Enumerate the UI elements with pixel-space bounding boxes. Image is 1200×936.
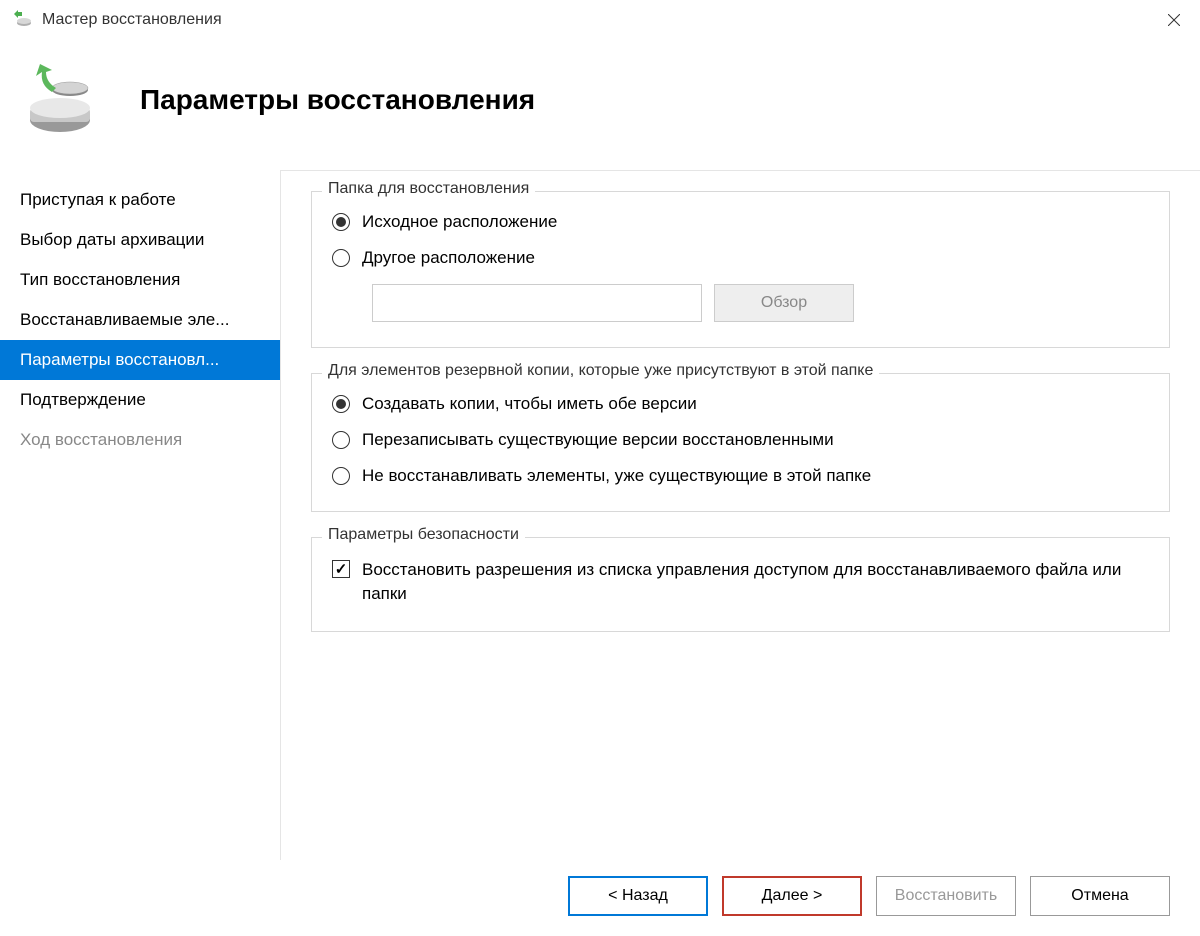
sidebar-item-items-to-recover[interactable]: Восстанавливаемые эле...: [0, 300, 280, 340]
sidebar-item-select-date[interactable]: Выбор даты архивации: [0, 220, 280, 260]
header: Параметры восстановления: [0, 40, 1200, 170]
sidebar-item-confirmation[interactable]: Подтверждение: [0, 380, 280, 420]
sidebar-item-progress: Ход восстановления: [0, 420, 280, 460]
sidebar: Приступая к работе Выбор даты архивации …: [0, 170, 280, 860]
checkbox-row-acl[interactable]: Восстановить разрешения из списка управл…: [332, 558, 1149, 606]
legend-existing-items: Для элементов резервной копии, которые у…: [322, 362, 879, 380]
restore-wizard-icon: [20, 60, 100, 140]
radio-label-skip: Не восстанавливать элементы, уже существ…: [362, 466, 871, 486]
radio-row-other-location[interactable]: Другое расположение: [332, 248, 1149, 268]
footer: < Назад Далее > Восстановить Отмена: [568, 876, 1170, 916]
sidebar-item-getting-started[interactable]: Приступая к работе: [0, 180, 280, 220]
radio-other-location[interactable]: [332, 249, 350, 267]
radio-label-create-copies: Создавать копии, чтобы иметь обе версии: [362, 394, 697, 414]
checkbox-label-acl: Восстановить разрешения из списка управл…: [362, 558, 1149, 606]
radio-label-other-location: Другое расположение: [362, 248, 535, 268]
legend-recovery-folder: Папка для восстановления: [322, 180, 535, 198]
radio-label-overwrite: Перезаписывать существующие версии восст…: [362, 430, 834, 450]
radio-label-original-location: Исходное расположение: [362, 212, 557, 232]
sidebar-item-recovery-options[interactable]: Параметры восстановл...: [0, 340, 280, 380]
radio-original-location[interactable]: [332, 213, 350, 231]
browse-button: Обзор: [714, 284, 854, 322]
cancel-button[interactable]: Отмена: [1030, 876, 1170, 916]
window-title: Мастер восстановления: [42, 11, 1158, 29]
radio-row-create-copies[interactable]: Создавать копии, чтобы иметь обе версии: [332, 394, 1149, 414]
path-input: [372, 284, 702, 322]
close-button[interactable]: [1158, 4, 1190, 36]
radio-create-copies[interactable]: [332, 395, 350, 413]
page-title: Параметры восстановления: [140, 84, 535, 116]
legend-security: Параметры безопасности: [322, 526, 525, 544]
group-security: Параметры безопасности Восстановить разр…: [311, 537, 1170, 632]
restore-button: Восстановить: [876, 876, 1016, 916]
sidebar-item-recovery-type[interactable]: Тип восстановления: [0, 260, 280, 300]
app-icon: [10, 8, 34, 32]
main-panel: Папка для восстановления Исходное распол…: [280, 170, 1200, 860]
radio-row-overwrite[interactable]: Перезаписывать существующие версии восст…: [332, 430, 1149, 450]
radio-row-skip[interactable]: Не восстанавливать элементы, уже существ…: [332, 466, 1149, 486]
radio-row-original-location[interactable]: Исходное расположение: [332, 212, 1149, 232]
content: Приступая к работе Выбор даты архивации …: [0, 170, 1200, 860]
radio-overwrite[interactable]: [332, 431, 350, 449]
group-existing-items: Для элементов резервной копии, которые у…: [311, 373, 1170, 512]
browse-row: Обзор: [372, 284, 1149, 322]
checkbox-acl[interactable]: [332, 560, 350, 578]
group-recovery-folder: Папка для восстановления Исходное распол…: [311, 191, 1170, 348]
back-button[interactable]: < Назад: [568, 876, 708, 916]
next-button[interactable]: Далее >: [722, 876, 862, 916]
title-bar: Мастер восстановления: [0, 0, 1200, 40]
radio-skip[interactable]: [332, 467, 350, 485]
